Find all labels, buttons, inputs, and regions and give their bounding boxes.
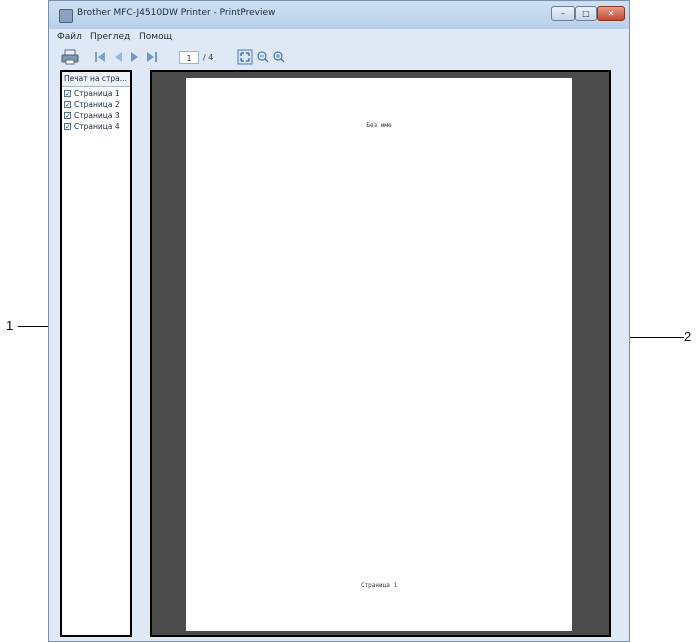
last-page-icon[interactable] — [145, 49, 159, 65]
menu-help[interactable]: Помощ — [139, 32, 172, 42]
prev-page-icon[interactable] — [111, 49, 125, 65]
page-label: Страница 1 — [74, 89, 120, 98]
callout-1-label: 1 — [6, 318, 14, 333]
sheet-title: Без име — [366, 122, 392, 129]
menu-view[interactable]: Преглед — [90, 32, 130, 42]
page-list-item[interactable]: ✓ Страница 3 — [64, 110, 130, 121]
page-checkbox[interactable]: ✓ — [64, 90, 71, 98]
page-label: Страница 3 — [74, 111, 120, 120]
maximize-button[interactable]: □ — [575, 6, 597, 21]
maximize-icon: □ — [582, 9, 590, 18]
close-icon: ✕ — [607, 9, 615, 18]
page-sheet: Без име Страница 1 — [186, 78, 572, 631]
print-preview-window: Brother MFC-J4510DW Printer - PrintPrevi… — [48, 0, 630, 642]
minimize-button[interactable]: – — [551, 6, 575, 21]
window-title: Brother MFC-J4510DW Printer - PrintPrevi… — [77, 8, 276, 18]
page-selection-pane: Печат на стра... ✓ Страница 1 ✓ Страница… — [60, 70, 132, 637]
menu-bar: Файл Преглед Помощ — [49, 29, 629, 45]
page-list-item[interactable]: ✓ Страница 1 — [64, 88, 130, 99]
sheet-footer: Страница 1 — [360, 582, 398, 589]
page-list: ✓ Страница 1 ✓ Страница 2 ✓ Страница 3 ✓… — [64, 88, 130, 132]
first-page-icon[interactable] — [93, 49, 107, 65]
page-selection-header: Печат на стра... — [62, 72, 130, 87]
total-pages-label: / 4 — [203, 53, 214, 62]
callout-2-label: 2 — [684, 329, 692, 344]
preview-area[interactable]: Без име Страница 1 — [150, 70, 611, 637]
page-checkbox[interactable]: ✓ — [64, 123, 71, 131]
toolbar: 1 / 4 — [49, 45, 629, 69]
print-icon[interactable] — [59, 49, 81, 65]
zoom-out-icon[interactable] — [256, 49, 270, 65]
page-checkbox[interactable]: ✓ — [64, 112, 71, 120]
page-checkbox[interactable]: ✓ — [64, 101, 71, 109]
menu-file[interactable]: Файл — [57, 32, 82, 42]
zoom-in-icon[interactable] — [272, 49, 286, 65]
current-page-field[interactable]: 1 — [179, 51, 199, 64]
page-list-item[interactable]: ✓ Страница 4 — [64, 121, 130, 132]
close-button[interactable]: ✕ — [597, 6, 625, 21]
page-list-item[interactable]: ✓ Страница 2 — [64, 99, 130, 110]
next-page-icon[interactable] — [128, 49, 142, 65]
minimize-icon: – — [561, 9, 565, 18]
title-bar[interactable]: Brother MFC-J4510DW Printer - PrintPrevi… — [49, 1, 629, 29]
page-label: Страница 2 — [74, 100, 120, 109]
printer-app-icon — [59, 9, 73, 23]
page-label: Страница 4 — [74, 122, 120, 131]
fit-page-icon[interactable] — [237, 49, 253, 65]
